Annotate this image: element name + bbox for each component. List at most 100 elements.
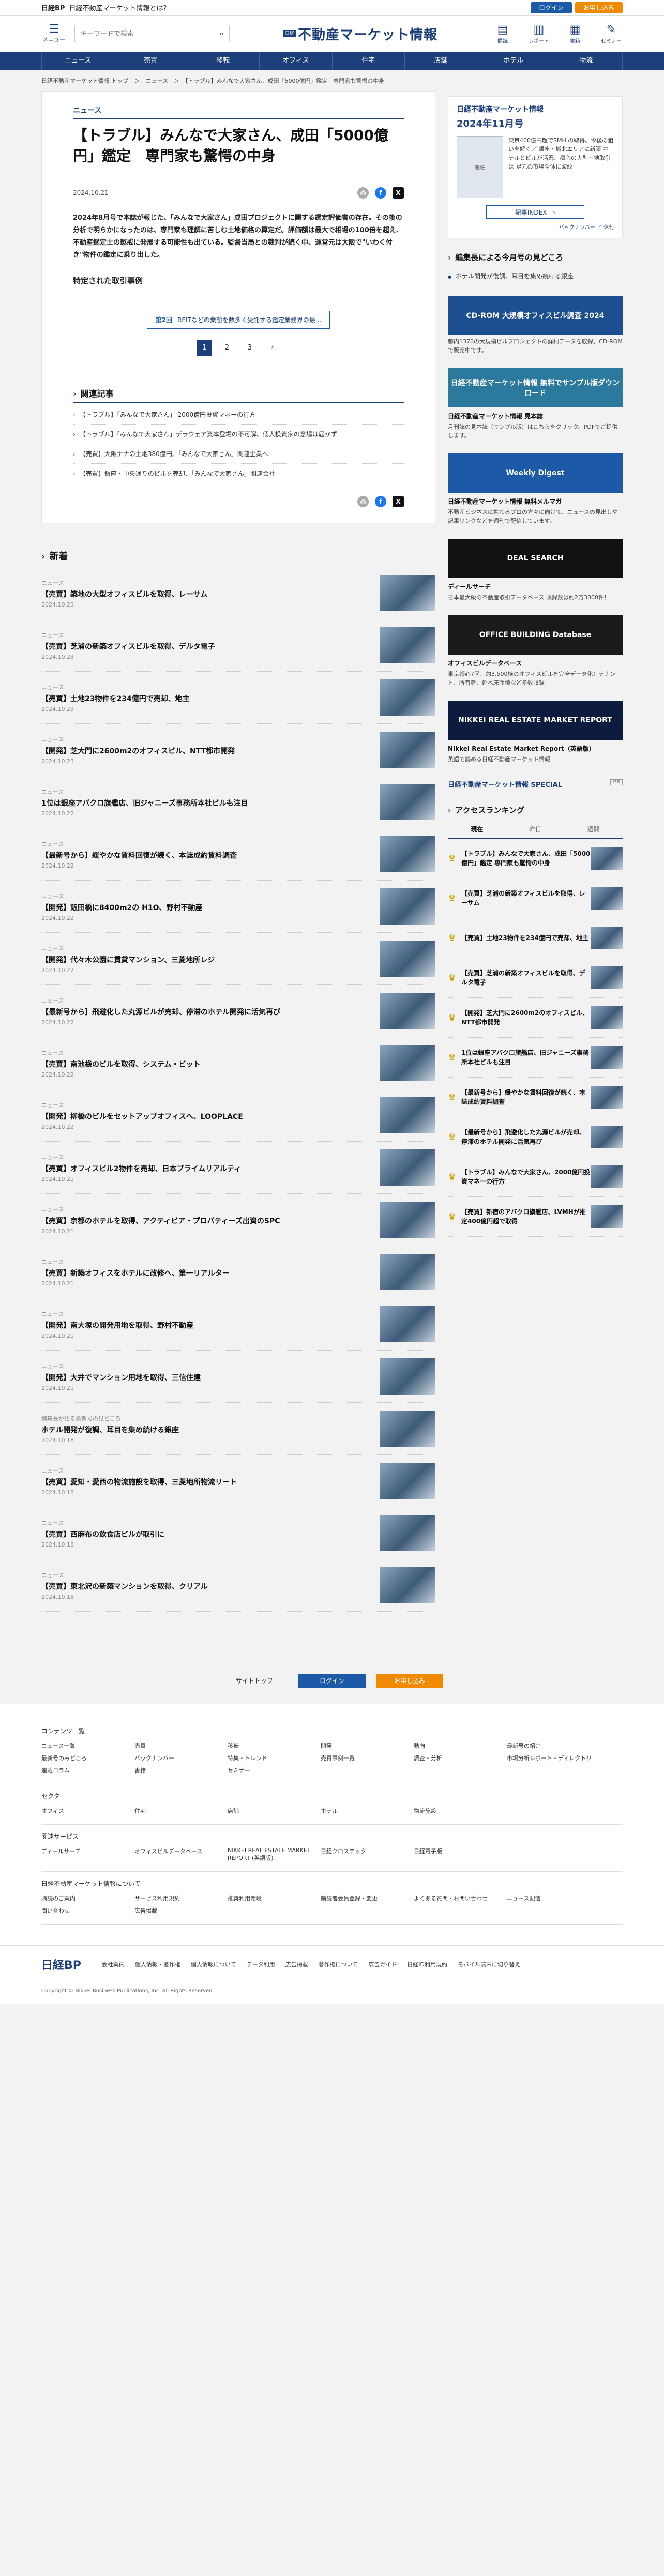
newest-title[interactable]: 【売買】京都のホテルを取得、アクティビア・プロパティーズ出資のSPC: [41, 1216, 380, 1226]
x-icon[interactable]: X: [393, 187, 404, 199]
footer-link[interactable]: 最新号のみどころ: [41, 1752, 134, 1764]
banner-title[interactable]: 日経不動産マーケット情報 無料メルマガ: [448, 497, 623, 506]
nav-housing[interactable]: 住宅: [333, 52, 405, 70]
newest-item[interactable]: ニュース 【売買】西麻布の飲食店ビルが取引に 2024.10.18: [41, 1507, 435, 1559]
ranking-title[interactable]: 1位は銀座アバクロ旗艦店、旧ジャニーズ事務所本社ビルも注目: [461, 1048, 591, 1067]
banner-image[interactable]: DEAL SEARCH: [448, 539, 623, 578]
footer-link[interactable]: ホテル: [321, 1805, 414, 1817]
ranking-thumbnail[interactable]: [591, 1046, 623, 1069]
series-link[interactable]: 第2回 REITなどの業態を数多く受託する鑑定業務界の最...: [73, 311, 404, 329]
ranking-title[interactable]: 【最新号から】緩やかな賃料回復が続く、本誌成約賃料調査: [461, 1088, 591, 1107]
newest-item[interactable]: ニュース 【開発】代々木公園に賃貸マンション、三菱地所レジ 2024.10.22: [41, 933, 435, 985]
bottom-link[interactable]: 会社案内: [102, 1960, 125, 1968]
menu-button[interactable]: ☰ メニュー: [41, 24, 66, 43]
footer-link[interactable]: オフィス: [41, 1805, 134, 1817]
newest-item[interactable]: ニュース 【開発】柳橋のビルをセットアップオフィスへ、LOOPLACE 2024.1…: [41, 1089, 435, 1142]
newest-item[interactable]: ニュース 【売買】東北沢の新築マンションを取得、クリアル 2024.10.18: [41, 1559, 435, 1612]
footer-link[interactable]: 特集・トレンド: [228, 1752, 321, 1764]
back-number-link[interactable]: バックナンバー ／ 休刊: [457, 223, 614, 231]
ranking-title[interactable]: 【売買】芝浦の新築オフィスビルを取得、デルタ電子: [461, 968, 591, 987]
footer-link[interactable]: セミナー: [228, 1764, 321, 1777]
ranking-item[interactable]: ♛ 【売買】芝浦の新築オフィスビルを取得、レーサム: [448, 878, 623, 918]
banner-image[interactable]: Weekly Digest: [448, 453, 623, 493]
nav-office[interactable]: オフィス: [260, 52, 333, 70]
ranking-title[interactable]: 【売買】土地23物件を234億円で売却、地主: [461, 933, 591, 943]
nav-shops[interactable]: 店舗: [405, 52, 478, 70]
search-input[interactable]: [80, 29, 220, 38]
newest-thumbnail[interactable]: [380, 1097, 435, 1133]
ranking-item[interactable]: ♛ 【売買】芝浦の新築オフィスビルを取得、デルタ電子: [448, 958, 623, 998]
newest-item[interactable]: ニュース 【売買】芝浦の新築オフィスビルを取得、デルタ電子 2024.10.23: [41, 619, 435, 672]
newest-thumbnail[interactable]: [380, 1567, 435, 1603]
site-logo[interactable]: 日経 不動産マーケット情報: [230, 24, 491, 43]
bottom-link[interactable]: 広告ガイド: [368, 1960, 397, 1968]
tab-now[interactable]: 現在: [448, 821, 506, 838]
footer-link[interactable]: サービス利用規約: [134, 1892, 228, 1904]
newest-title[interactable]: 【売買】芝浦の新築オフィスビルを取得、デルタ電子: [41, 641, 380, 651]
footer-link[interactable]: 購読のご案内: [41, 1892, 134, 1904]
ranking-thumbnail[interactable]: [591, 927, 623, 949]
ranking-title[interactable]: 【トラブル】みんなで大家さん、2000億円投資マネーの行方: [461, 1168, 591, 1186]
article-category[interactable]: ニュース: [73, 105, 404, 115]
footer-link[interactable]: 売買事例一覧: [321, 1752, 414, 1764]
newest-thumbnail[interactable]: [380, 1463, 435, 1499]
sidebar-banner[interactable]: OFFICE BUILDING Database オフィスビルデータベース 東京都心…: [448, 615, 623, 687]
newest-item[interactable]: ニュース 【売買】オフィスビル2物件を売却、日本プライムリアルティ 2024.10.…: [41, 1142, 435, 1194]
newest-thumbnail[interactable]: [380, 627, 435, 663]
newest-title[interactable]: 【売買】新築オフィスをホテルに改修へ、第一リアルター: [41, 1268, 380, 1278]
newest-item[interactable]: ニュース 【最新号から】飛避化した丸源ビルが売却、停滞のホテル開発に活気再び 202…: [41, 985, 435, 1037]
footer-link[interactable]: 調査・分析: [414, 1752, 507, 1764]
page-2[interactable]: 2: [219, 340, 235, 356]
special-heading[interactable]: 日経不動産マーケット情報 SPECIAL PR: [448, 779, 623, 789]
footer-link[interactable]: 住宅: [134, 1805, 228, 1817]
sidebar-banner[interactable]: Weekly Digest 日経不動産マーケット情報 無料メルマガ 不動産ビジネスに…: [448, 453, 623, 525]
ranking-title[interactable]: 【開発】芝大門に2600m2のオフィスビル、NTT都市開発: [461, 1008, 591, 1027]
banner-image[interactable]: CD-ROM 大規模オフィスビル調査 2024: [448, 296, 623, 335]
article-index-button[interactable]: 記事INDEX ›: [486, 205, 584, 219]
footer-link[interactable]: ニュース配信: [507, 1892, 600, 1904]
header-icon-report[interactable]: ▥ レポート: [527, 23, 550, 44]
sidebar-banner[interactable]: CD-ROM 大規模オフィスビル調査 2024 都内1370の大規模ビルプロジェク…: [448, 296, 623, 355]
sidebar-banner[interactable]: 日経不動産マーケット情報 無料でサンプル版ダウンロード 日経不動産マーケット情報 …: [448, 368, 623, 440]
newest-title[interactable]: 【最新号から】緩やかな賃料回復が続く、本誌成約賃料調査: [41, 850, 380, 860]
ranking-item[interactable]: ♛ 【開発】芝大門に2600m2のオフィスビル、NTT都市開発: [448, 998, 623, 1038]
footer-link[interactable]: ディールサーチ: [41, 1845, 134, 1864]
newest-title[interactable]: 【売買】オフィスビル2物件を売却、日本プライムリアルティ: [41, 1163, 380, 1174]
footer-link[interactable]: ニュース一覧: [41, 1739, 134, 1752]
tab-yesterday[interactable]: 昨日: [506, 821, 565, 838]
newest-item[interactable]: ニュース 【売買】土地23物件を234億円で売却、地主 2024.10.23: [41, 672, 435, 724]
newest-thumbnail[interactable]: [380, 836, 435, 872]
newest-title[interactable]: 【売買】東北沢の新築マンションを取得、クリアル: [41, 1581, 380, 1592]
newest-title[interactable]: 【売買】築地の大型オフィスビルを取得、レーサム: [41, 589, 380, 599]
newest-thumbnail[interactable]: [380, 1202, 435, 1238]
sidebar-banner[interactable]: DEAL SEARCH ディールサーチ 日本最大級の不動産取引データベース 収録数は…: [448, 539, 623, 602]
newest-title[interactable]: 【売買】南池袋のビルを取得、システム・ビット: [41, 1059, 380, 1069]
ranking-item[interactable]: ♛ 1位は銀座アバクロ旗艦店、旧ジャニーズ事務所本社ビルも注目: [448, 1038, 623, 1078]
banner-title[interactable]: Nikkei Real Estate Market Report（英語版）: [448, 744, 623, 753]
newest-title[interactable]: 【開発】飯田橋に8400m2の H1O、野村不動産: [41, 902, 380, 913]
related-item[interactable]: 【トラブル】「みんなで大家さん」 2000億円投資マネーの行方: [73, 405, 404, 425]
ranking-item[interactable]: ♛ 【売買】新宿のアバクロ旗艦店、LVMHが推定400億円超で取得: [448, 1197, 623, 1237]
footer-link[interactable]: 移転: [228, 1739, 321, 1752]
footer-link[interactable]: 広告掲載: [134, 1904, 228, 1917]
footer-link[interactable]: NIKKEI REAL ESTATE MARKET REPORT (英語版): [228, 1845, 321, 1864]
ranking-title[interactable]: 【トラブル】みんなで大家さん、成田「5000億円」鑑定 専門家も驚愕の中身: [461, 849, 591, 868]
ranking-item[interactable]: ♛ 【最新号から】飛避化した丸源ビルが売却、停滞のホテル開発に活気再び: [448, 1117, 623, 1157]
ranking-thumbnail[interactable]: [591, 1006, 623, 1029]
subscribe-button[interactable]: お申し込み: [575, 2, 623, 13]
footer-link[interactable]: 最新号の紹介: [507, 1739, 600, 1752]
newest-item[interactable]: ニュース 【開発】南大塚の開発用地を取得、野村不動産 2024.10.21: [41, 1298, 435, 1351]
bottom-link[interactable]: 日経ID利用規約: [407, 1960, 447, 1968]
newest-title[interactable]: 【開発】大井でマンション用地を取得、三信住建: [41, 1372, 380, 1383]
ranking-thumbnail[interactable]: [591, 1205, 623, 1228]
newest-thumbnail[interactable]: [380, 1045, 435, 1081]
footer-link[interactable]: 購読者会員登録・変更: [321, 1892, 414, 1904]
ranking-thumbnail[interactable]: [591, 847, 623, 870]
login-button[interactable]: ログイン: [530, 2, 572, 13]
newest-thumbnail[interactable]: [380, 888, 435, 925]
newest-title[interactable]: 【売買】西麻布の飲食店ビルが取引に: [41, 1529, 380, 1539]
ranking-thumbnail[interactable]: [591, 1086, 623, 1109]
ranking-title[interactable]: 【最新号から】飛避化した丸源ビルが売却、停滞のホテル開発に活気再び: [461, 1128, 591, 1146]
newest-title[interactable]: 【最新号から】飛避化した丸源ビルが売却、停滞のホテル開発に活気再び: [41, 1007, 380, 1017]
newest-item[interactable]: ニュース 【売買】築地の大型オフィスビルを取得、レーサム 2024.10.23: [41, 567, 435, 619]
